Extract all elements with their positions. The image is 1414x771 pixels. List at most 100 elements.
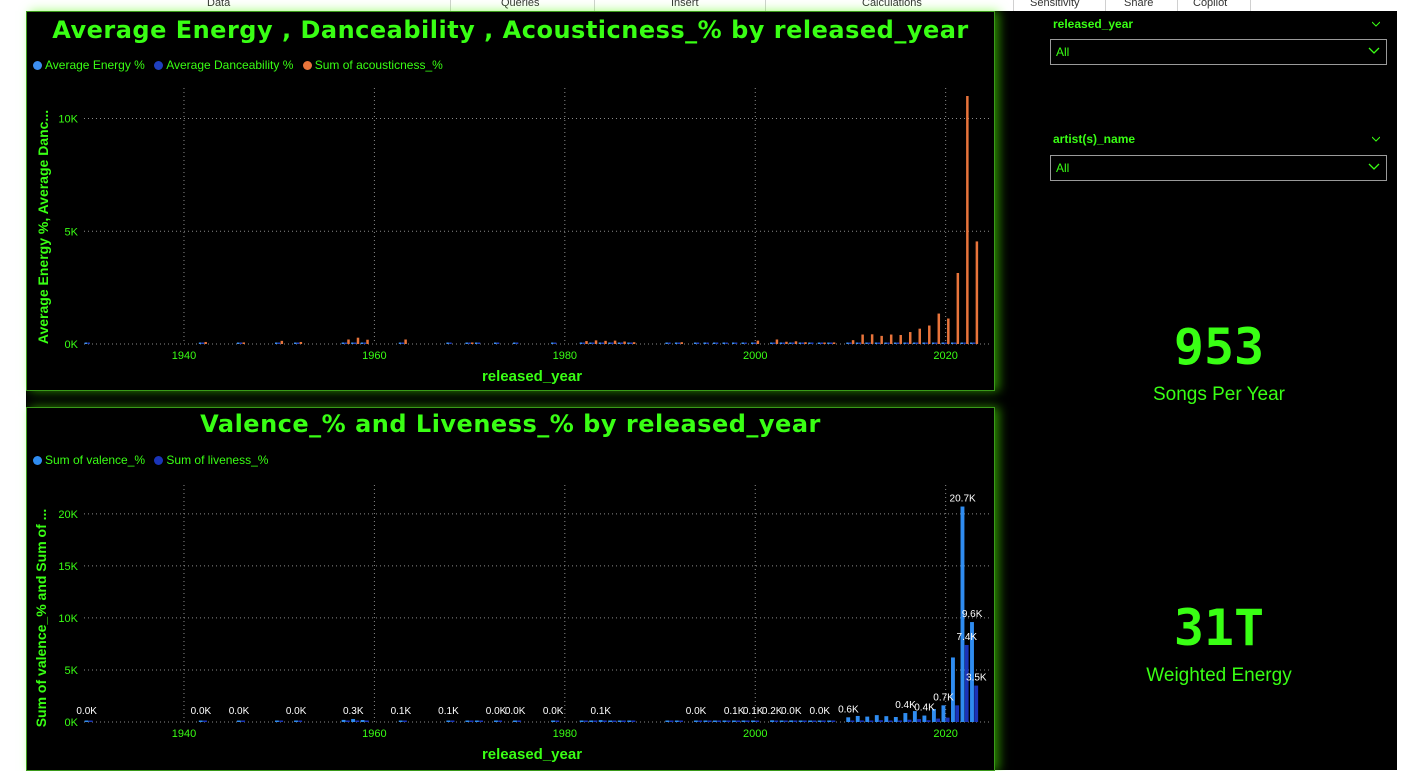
- legend-item[interactable]: Sum of liveness_%: [154, 453, 268, 467]
- bar-sum-of-liveness: [774, 720, 779, 722]
- bar-average-danceability: [849, 342, 852, 344]
- bar-average-energy: [274, 342, 278, 344]
- bar-average-energy: [198, 342, 202, 344]
- bar-average-danceability: [820, 342, 823, 344]
- legend-item[interactable]: Sum of valence_%: [33, 453, 145, 467]
- bar-sum-of-acousticness: [880, 335, 883, 344]
- bar-sum-of-liveness: [669, 720, 674, 722]
- bar-sum-of-valence: [779, 720, 784, 722]
- ribbon-tab-insert[interactable]: Insert: [671, 0, 699, 9]
- weighted-energy-value: 31T: [1173, 599, 1265, 657]
- bar-sum-of-valence: [817, 720, 822, 722]
- released-year-dropdown[interactable]: All: [1050, 39, 1387, 65]
- dropdown-value: All: [1056, 45, 1070, 59]
- collapse-chevron-icon[interactable]: [1372, 20, 1380, 28]
- bar-sum-of-valence: [351, 719, 356, 722]
- collapse-chevron-icon[interactable]: [1372, 135, 1380, 143]
- ribbon-tab-sensitivity[interactable]: Sensitivity: [1030, 0, 1080, 9]
- slicer-title-released-year: released_year: [1053, 17, 1134, 31]
- bar-average-energy: [903, 342, 906, 344]
- bar-sum-of-valence: [912, 711, 917, 722]
- bar-sum-of-acousticness: [832, 342, 836, 344]
- legend-label: Average Energy %: [45, 58, 145, 72]
- bar-average-danceability: [515, 342, 519, 344]
- x-tick-label: 1980: [553, 728, 577, 740]
- bar-sum-of-liveness: [850, 720, 855, 722]
- bar-sum-of-acousticness: [471, 342, 474, 344]
- data-label: 0.0K: [286, 706, 307, 717]
- data-label: 0.0K: [486, 706, 507, 717]
- bar-average-danceability: [449, 342, 452, 344]
- bar-sum-of-acousticness: [623, 341, 626, 344]
- weighted-energy-label: Weighted Energy: [1146, 665, 1292, 686]
- bar-sum-of-liveness: [821, 720, 826, 722]
- bar-average-danceability: [363, 342, 366, 344]
- bar-average-energy: [960, 342, 964, 344]
- bar-sum-of-valence: [693, 720, 698, 722]
- ribbon-tab-queries[interactable]: Queries: [501, 0, 540, 9]
- legend-item[interactable]: Sum of acousticness_%: [302, 58, 443, 72]
- ribbon-tab-share[interactable]: Share: [1124, 0, 1153, 9]
- bar-sum-of-valence: [674, 720, 679, 722]
- bar-sum-of-acousticness: [356, 337, 360, 344]
- bar-sum-of-liveness: [898, 720, 902, 722]
- legend-item[interactable]: Average Energy %: [33, 58, 145, 72]
- bar-average-danceability: [791, 342, 795, 344]
- ribbon-tab-copilot[interactable]: Copilot: [1193, 0, 1227, 9]
- data-label: 0.2K: [762, 706, 783, 717]
- bar-average-danceability: [601, 342, 605, 344]
- bar-sum-of-valence: [398, 720, 403, 722]
- bar-average-danceability: [896, 342, 900, 344]
- bar-sum-of-liveness: [450, 720, 455, 722]
- bar-sum-of-valence: [446, 720, 451, 722]
- bar-sum-of-liveness: [279, 720, 284, 722]
- legend-label: Sum of acousticness_%: [314, 58, 443, 72]
- y-axis-title: Average Energy %, Average Danc...: [35, 110, 51, 344]
- y-tick-label: 0K: [65, 717, 79, 729]
- bar-sum-of-valence: [922, 715, 927, 722]
- ribbon-tab-data[interactable]: Data: [207, 0, 230, 9]
- legend-item[interactable]: Average Danceability %: [154, 58, 293, 72]
- y-tick-label: 20K: [58, 509, 78, 521]
- bar-sum-of-acousticness: [794, 341, 798, 344]
- bar-sum-of-acousticness: [899, 334, 902, 344]
- data-label: 0.0K: [229, 706, 250, 717]
- energy-danceability-chart-panel[interactable]: Average Energy , Danceability , Acoustic…: [26, 11, 995, 391]
- ribbon-tab-calculations[interactable]: Calculations: [862, 0, 922, 9]
- bar-average-danceability: [925, 342, 928, 344]
- bar-average-danceability: [353, 342, 357, 344]
- bar-sum-of-valence: [665, 720, 670, 722]
- bar-sum-of-acousticness: [204, 341, 207, 344]
- bar-average-energy: [931, 342, 935, 344]
- bar-sum-of-liveness: [793, 720, 798, 722]
- legend-label: Sum of liveness_%: [166, 453, 269, 467]
- bar-sum-of-liveness: [498, 720, 503, 722]
- bar-sum-of-liveness: [945, 717, 950, 722]
- bar-sum-of-acousticness: [975, 241, 979, 344]
- bar-average-energy: [808, 342, 811, 344]
- bar-average-danceability: [934, 342, 938, 344]
- bar-sum-of-acousticness: [347, 339, 350, 344]
- x-axis-title: released_year: [482, 746, 582, 763]
- bar-average-danceability: [582, 342, 585, 344]
- data-label: 0.3K: [343, 706, 364, 717]
- bar-sum-of-valence: [341, 719, 346, 722]
- artist-name-dropdown[interactable]: All: [1050, 155, 1387, 181]
- bar-sum-of-liveness: [241, 720, 245, 722]
- bar-average-danceability: [877, 342, 881, 344]
- bar-average-energy: [779, 342, 783, 344]
- bar-average-energy: [732, 342, 735, 344]
- valence-liveness-chart-panel[interactable]: Valence_% and Liveness_% by released_yea…: [26, 407, 995, 771]
- bar-average-danceability: [630, 342, 633, 344]
- y-tick-label: 10K: [58, 114, 78, 126]
- bar-average-danceability: [830, 342, 833, 344]
- bar-sum-of-valence: [598, 720, 603, 722]
- bar-sum-of-acousticness: [775, 339, 779, 344]
- bar-sum-of-valence: [360, 720, 365, 722]
- bar-average-energy: [770, 342, 773, 344]
- bar-sum-of-liveness: [707, 720, 712, 722]
- bar-sum-of-liveness: [345, 720, 350, 722]
- bar-sum-of-acousticness: [604, 340, 607, 344]
- bar-sum-of-liveness: [602, 720, 607, 722]
- bar-average-danceability: [277, 342, 281, 344]
